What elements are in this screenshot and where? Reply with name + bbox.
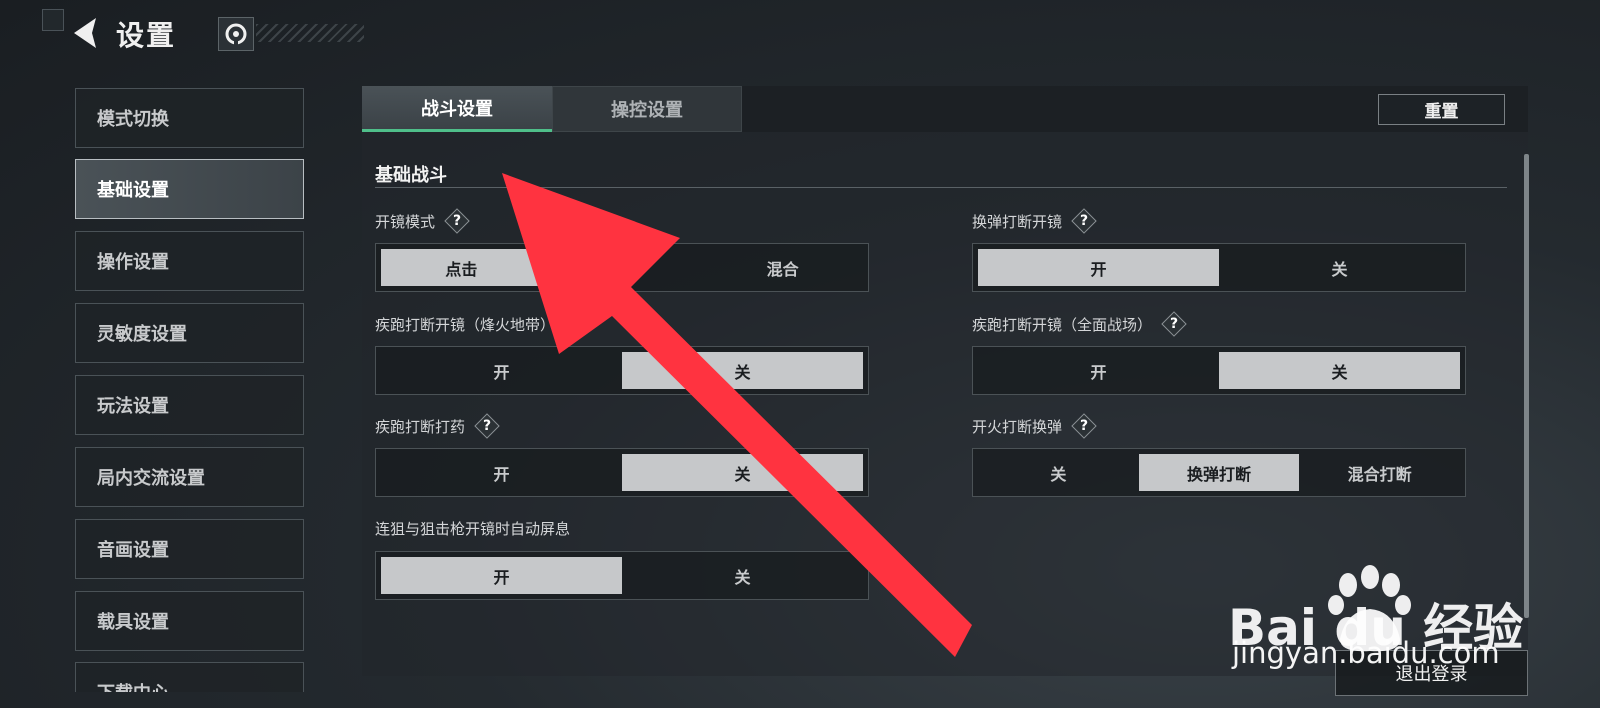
sidebar-item-chat-settings[interactable]: 局内交流设置: [75, 447, 304, 507]
segmented-reload-interrupt-scope: 开 关: [972, 243, 1466, 292]
tab-label: 战斗设置: [421, 98, 493, 120]
help-icon[interactable]: ?: [1072, 209, 1096, 233]
corner-decoration: [42, 9, 64, 31]
option-mixed[interactable]: 混合: [702, 249, 863, 286]
option-off[interactable]: 关: [622, 352, 863, 389]
sidebar-item-audio-video-settings[interactable]: 音画设置: [75, 519, 304, 579]
option-off[interactable]: 关: [622, 557, 863, 594]
setting-label-reload-interrupt-scope: 换弹打断开镜 ?: [972, 209, 1096, 233]
setting-label-text: 开镜模式: [375, 212, 436, 231]
sidebar-item-download-center[interactable]: 下载中心: [75, 662, 304, 692]
help-icon[interactable]: ?: [1072, 414, 1096, 438]
option-on[interactable]: 开: [978, 249, 1219, 286]
segmented-sniper-auto-hold-breath: 开 关: [375, 551, 869, 600]
scrollbar[interactable]: [1524, 154, 1529, 618]
back-arrow-icon[interactable]: [70, 16, 100, 50]
segmented-fire-interrupt-reload: 关 换弹打断 混合打断: [972, 448, 1466, 497]
option-off[interactable]: 关: [1219, 249, 1460, 286]
sidebar-item-sensitivity-settings[interactable]: 灵敏度设置: [75, 303, 304, 363]
tab-control-settings[interactable]: 操控设置: [552, 86, 742, 132]
option-off[interactable]: 关: [622, 454, 863, 491]
option-reload-interrupt[interactable]: 换弹打断: [1138, 454, 1300, 491]
reset-button[interactable]: 重置: [1378, 94, 1505, 125]
watermark-url: jingyan.baidu.com: [1232, 636, 1500, 670]
sidebar-item-label: 操作设置: [97, 252, 169, 273]
tab-combat-settings[interactable]: 战斗设置: [362, 86, 552, 132]
setting-label-sniper-auto-hold-breath: 连狙与狙击枪开镜时自动屏息: [375, 518, 570, 539]
sidebar-item-operation-settings[interactable]: 操作设置: [75, 231, 304, 291]
sidebar-item-label: 音画设置: [97, 540, 169, 561]
sidebar-item-label: 模式切换: [97, 109, 169, 130]
help-icon[interactable]: ?: [475, 414, 499, 438]
option-on[interactable]: 开: [381, 454, 622, 491]
option-off[interactable]: 关: [978, 454, 1139, 491]
sidebar-item-label: 基础设置: [97, 180, 169, 201]
section-title: 基础战斗: [375, 165, 447, 186]
sidebar-item-basic-settings[interactable]: 基础设置: [75, 159, 304, 219]
sidebar-item-label: 载具设置: [97, 612, 169, 633]
sidebar-clip: 下载中心: [75, 662, 304, 692]
setting-label-sprint-interrupt-scope-fullscale: 疾跑打断开镜（全面战场） ?: [972, 312, 1186, 336]
setting-label-fire-interrupt-reload: 开火打断换弹 ?: [972, 414, 1096, 438]
option-on[interactable]: 开: [978, 352, 1219, 389]
option-hold[interactable]: [542, 249, 703, 286]
help-icon[interactable]: ?: [1162, 312, 1186, 336]
segmented-sprint-interrupt-scope-fullscale: 开 关: [972, 346, 1466, 395]
help-icon[interactable]: ?: [565, 312, 589, 336]
sidebar-item-mode-switch[interactable]: 模式切换: [75, 88, 304, 148]
sidebar-item-label: 下载中心: [97, 679, 169, 692]
sidebar-item-vehicle-settings[interactable]: 载具设置: [75, 591, 304, 651]
setting-label-sprint-interrupt-scope-warzone: 疾跑打断开镜（烽火地带） ?: [375, 312, 589, 336]
sidebar-item-label: 灵敏度设置: [97, 324, 187, 345]
setting-label-text: 开火打断换弹: [972, 417, 1063, 436]
segmented-sprint-interrupt-meds: 开 关: [375, 448, 869, 497]
page-title: 设置: [116, 19, 177, 52]
section-divider: [375, 187, 1507, 188]
setting-label-text: 疾跑打断开镜（烽火地带）: [375, 315, 556, 334]
setting-label-text: 连狙与狙击枪开镜时自动屏息: [375, 520, 571, 538]
setting-label-sprint-interrupt-meds: 疾跑打断打药 ?: [375, 414, 499, 438]
option-tap[interactable]: 点击: [381, 249, 542, 286]
sidebar-item-label: 玩法设置: [97, 396, 169, 417]
option-off[interactable]: 关: [1219, 352, 1460, 389]
sidebar-item-gameplay-settings[interactable]: 玩法设置: [75, 375, 304, 435]
help-icon[interactable]: ?: [445, 209, 469, 233]
setting-label-text: 疾跑打断打药: [375, 417, 466, 436]
option-on[interactable]: 开: [381, 557, 622, 594]
sidebar-item-label: 局内交流设置: [97, 468, 205, 489]
option-mixed-interrupt[interactable]: 混合打断: [1299, 454, 1460, 491]
segmented-sprint-interrupt-scope-warzone: 开 关: [375, 346, 869, 395]
tab-label: 操控设置: [611, 100, 683, 121]
header-decoration-stripes: [256, 24, 364, 42]
setting-label-text: 疾跑打断开镜（全面战场）: [972, 315, 1153, 334]
setting-label-scope-mode: 开镜模式 ?: [375, 209, 469, 233]
settings-badge-icon: [225, 23, 247, 45]
option-on[interactable]: 开: [381, 352, 622, 389]
settings-badge-button[interactable]: [218, 17, 254, 51]
segmented-scope-mode: 点击 混合: [375, 243, 869, 292]
setting-label-text: 换弹打断开镜: [972, 212, 1063, 231]
